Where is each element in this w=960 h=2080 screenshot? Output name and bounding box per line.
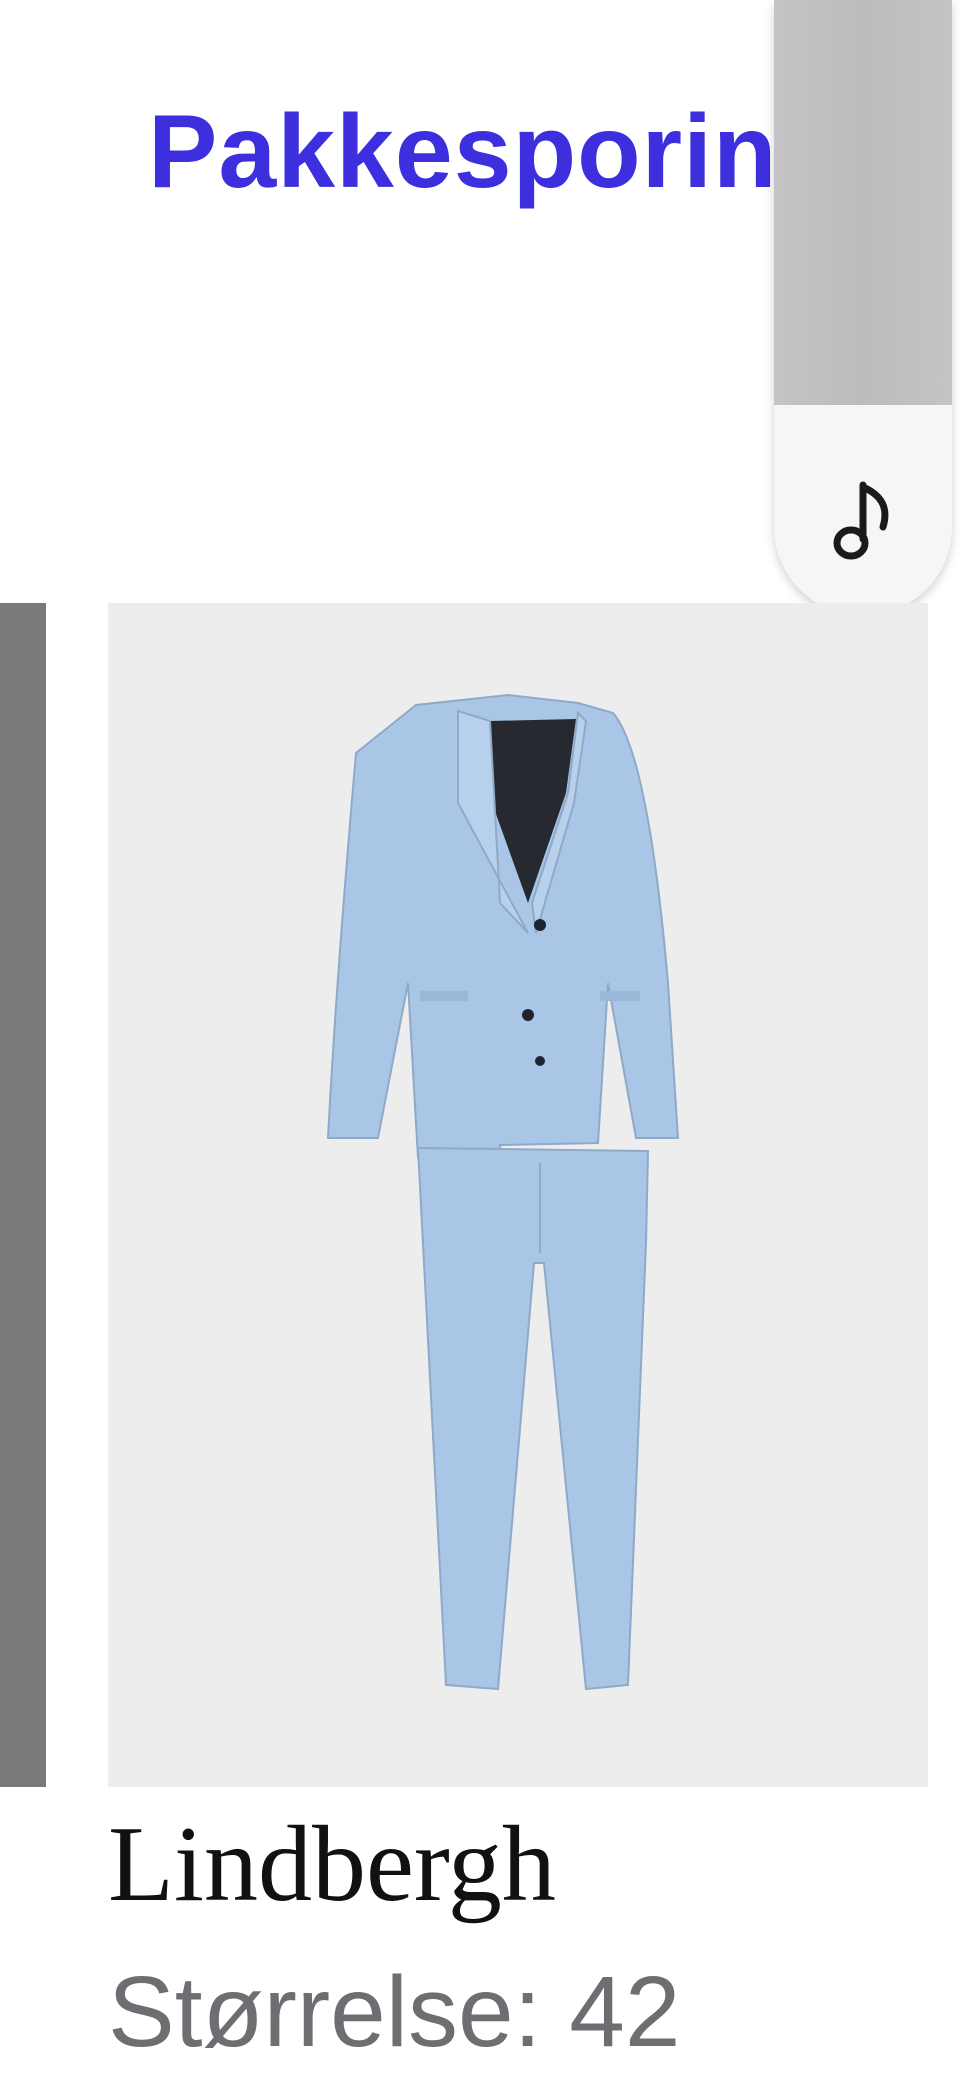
- size-label: Størrelse:: [108, 1956, 542, 2068]
- music-note-icon: [833, 481, 889, 560]
- media-panel-preview: [774, 0, 952, 405]
- product-size: Størrelse: 42: [108, 1960, 680, 2065]
- previous-product-edge[interactable]: [0, 603, 46, 1787]
- product-name: Lindbergh: [108, 1805, 556, 1924]
- page-title: Pakkesporing: [148, 94, 843, 210]
- music-button[interactable]: [818, 470, 908, 570]
- trouser-button: [535, 1056, 545, 1066]
- trousers: [416, 1146, 650, 1691]
- product-image[interactable]: [108, 603, 928, 1787]
- right-pocket: [600, 991, 640, 1001]
- floating-media-panel[interactable]: [774, 0, 952, 616]
- jacket-button: [522, 1009, 534, 1021]
- jacket-button: [534, 919, 546, 931]
- left-pocket: [420, 991, 468, 1001]
- suit-image: [326, 693, 680, 1691]
- size-value: 42: [569, 1956, 681, 2068]
